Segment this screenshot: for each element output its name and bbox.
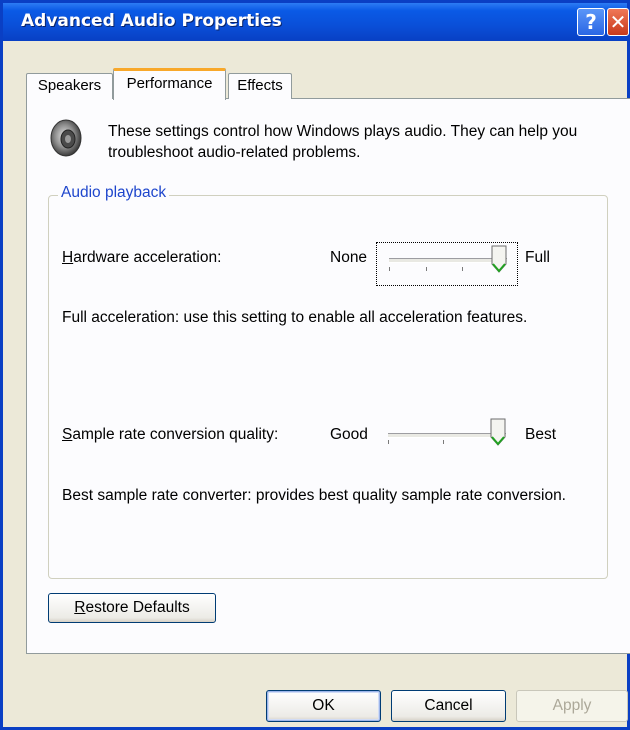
tab-performance[interactable]: Performance (113, 68, 226, 100)
sample-rate-description: Best sample rate converter: provides bes… (62, 487, 566, 504)
help-button[interactable]: ? (577, 8, 605, 36)
hardware-acceleration-slider[interactable] (376, 242, 518, 286)
sample-rate-max-label: Best (525, 426, 557, 443)
hardware-acceleration-min-label: None (330, 249, 368, 266)
slider-tick (425, 267, 427, 271)
slider-tick (462, 267, 464, 271)
slider-thumb[interactable] (491, 245, 507, 273)
sample-rate-slider[interactable] (376, 418, 518, 466)
ok-button[interactable]: OK (266, 690, 381, 722)
group-title: Audio playback (58, 184, 170, 202)
tab-effects[interactable]: Effects (228, 73, 292, 99)
window-title: Advanced Audio Properties (21, 11, 282, 31)
close-button[interactable]: ✕ (607, 8, 629, 36)
hardware-acceleration-max-label: Full (525, 249, 550, 266)
tab-speakers[interactable]: Speakers (26, 73, 113, 99)
hardware-acceleration-label: Hardware acceleration: (62, 249, 222, 266)
apply-button[interactable]: Apply (516, 690, 628, 722)
intro-text: These settings control how Windows plays… (108, 123, 578, 161)
cancel-button[interactable]: Cancel (391, 690, 506, 722)
slider-tick (389, 267, 390, 271)
sample-rate-label: Sample rate conversion quality: (62, 426, 279, 443)
slider-thumb[interactable] (490, 418, 506, 446)
hardware-acceleration-description: Full acceleration: use this setting to e… (62, 309, 528, 326)
slider-tick (388, 440, 389, 444)
slider-tick (443, 440, 444, 444)
slider-track (389, 258, 507, 263)
sample-rate-min-label: Good (330, 426, 368, 443)
title-bar[interactable]: Advanced Audio Properties ? ✕ (3, 3, 629, 41)
restore-defaults-button[interactable]: Restore Defaults (48, 593, 216, 623)
slider-track (388, 433, 506, 438)
speaker-icon (50, 119, 82, 157)
